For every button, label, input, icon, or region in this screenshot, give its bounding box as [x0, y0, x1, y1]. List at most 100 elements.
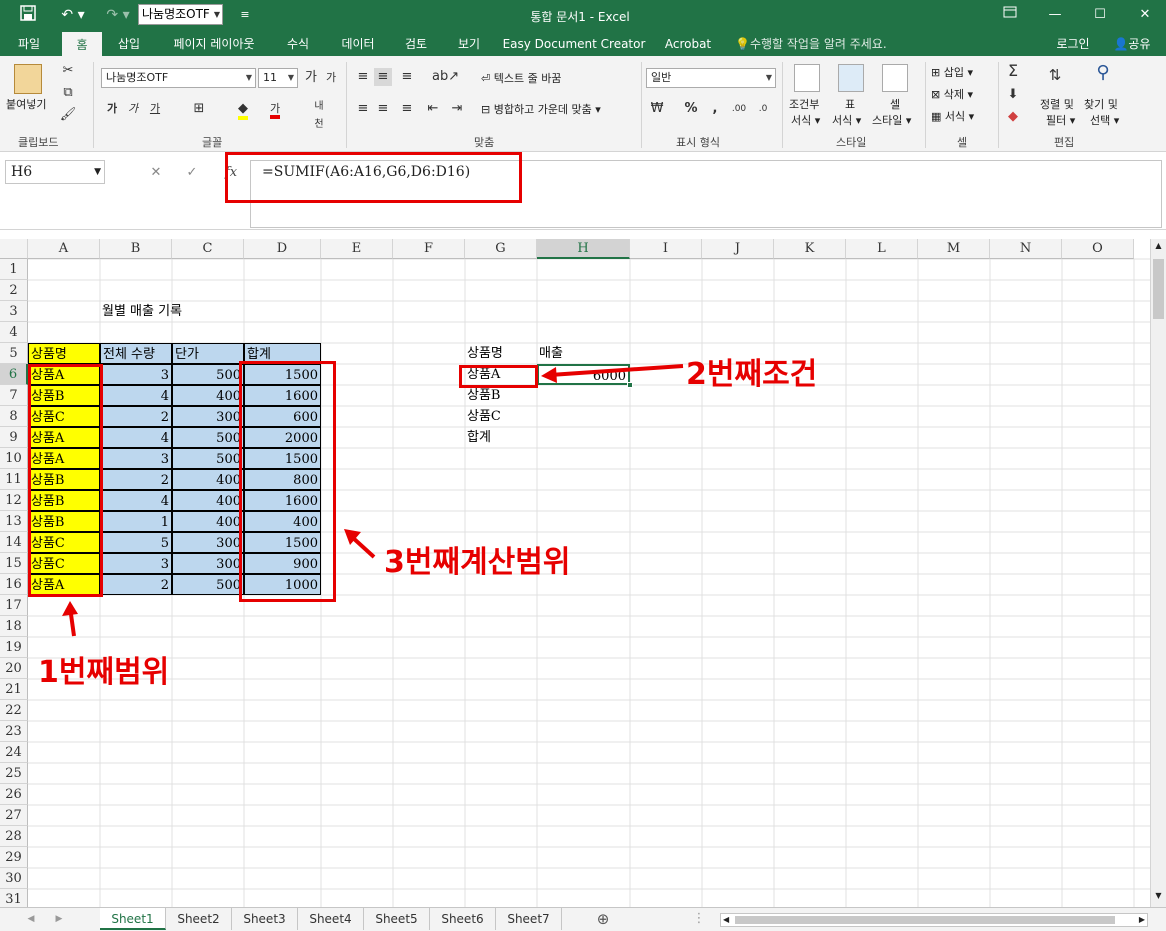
- row-header-22[interactable]: 22: [0, 700, 28, 721]
- delete-cells-button[interactable]: ⊠ 삭제 ▾: [931, 86, 973, 102]
- row-header-2[interactable]: 2: [0, 280, 28, 301]
- table-cell[interactable]: 500: [172, 448, 244, 469]
- summary-label-cell[interactable]: 상품C: [465, 406, 537, 427]
- align-middle-icon[interactable]: ≡: [374, 68, 392, 86]
- clear-icon[interactable]: ◆: [1004, 108, 1022, 126]
- decrease-indent-icon[interactable]: ⇤: [424, 100, 442, 118]
- column-header-o[interactable]: O: [1062, 239, 1134, 259]
- border-icon[interactable]: ⊞: [190, 100, 208, 118]
- table-cell[interactable]: 4: [100, 385, 172, 406]
- table-cell[interactable]: 상품C: [28, 532, 100, 553]
- row-header-21[interactable]: 21: [0, 679, 28, 700]
- align-center-icon[interactable]: ≡: [374, 100, 392, 118]
- tell-me-box[interactable]: 💡수행할 작업을 알려 주세요.: [735, 32, 910, 56]
- column-header-n[interactable]: N: [990, 239, 1062, 259]
- close-icon[interactable]: ✕: [1130, 4, 1160, 26]
- table-cell[interactable]: 상품B: [28, 511, 100, 532]
- table-cell[interactable]: 900: [244, 553, 321, 574]
- increase-font-icon[interactable]: 가: [302, 69, 320, 87]
- table-cell[interactable]: 400: [172, 511, 244, 532]
- header-cell[interactable]: 단가: [172, 343, 244, 364]
- table-cell[interactable]: 1500: [244, 448, 321, 469]
- decrease-decimal-icon[interactable]: .0: [754, 100, 772, 118]
- table-cell[interactable]: 1500: [244, 364, 321, 385]
- row-header-25[interactable]: 25: [0, 763, 28, 784]
- table-cell[interactable]: 3: [100, 364, 172, 385]
- row-header-1[interactable]: 1: [0, 259, 28, 280]
- column-header-l[interactable]: L: [846, 239, 918, 259]
- column-header-i[interactable]: I: [630, 239, 702, 259]
- quick-font-combo[interactable]: 나눔명조OTF ▼: [138, 4, 223, 25]
- table-cell[interactable]: 300: [172, 553, 244, 574]
- row-header-5[interactable]: 5: [0, 343, 28, 364]
- select-all-corner[interactable]: [0, 239, 28, 259]
- paste-button[interactable]: 붙여넣기: [6, 96, 46, 112]
- sort-filter-icon[interactable]: ⇅: [1046, 66, 1064, 84]
- row-header-27[interactable]: 27: [0, 805, 28, 826]
- format-as-table-button[interactable]: 표: [845, 96, 855, 112]
- undo-icon[interactable]: ↶ ▾: [58, 5, 88, 25]
- table-cell[interactable]: 상품C: [28, 406, 100, 427]
- table-cell[interactable]: 3: [100, 448, 172, 469]
- summary-label-cell[interactable]: 상품A: [465, 364, 537, 385]
- tab-split-icon[interactable]: ⋮: [690, 910, 708, 928]
- cell-styles-icon[interactable]: [882, 64, 908, 92]
- row-header-23[interactable]: 23: [0, 721, 28, 742]
- tab-acrobat[interactable]: Acrobat: [656, 32, 720, 56]
- row-header-12[interactable]: 12: [0, 490, 28, 511]
- align-right-icon[interactable]: ≡: [398, 100, 416, 118]
- table-cell[interactable]: 1600: [244, 385, 321, 406]
- table-cell[interactable]: 상품A: [28, 427, 100, 448]
- copy-icon[interactable]: ⧉: [59, 84, 77, 102]
- table-cell[interactable]: 상품B: [28, 490, 100, 511]
- row-header-30[interactable]: 30: [0, 868, 28, 889]
- table-cell[interactable]: 2: [100, 469, 172, 490]
- row-header-13[interactable]: 13: [0, 511, 28, 532]
- column-header-c[interactable]: C: [172, 239, 244, 259]
- row-header-29[interactable]: 29: [0, 847, 28, 868]
- table-cell[interactable]: 1500: [244, 532, 321, 553]
- scroll-left-icon[interactable]: ◀: [723, 914, 729, 926]
- share-button[interactable]: 👤공유: [1102, 32, 1162, 56]
- table-cell[interactable]: 300: [172, 406, 244, 427]
- table-cell[interactable]: 500: [172, 574, 244, 595]
- scroll-up-icon[interactable]: ▲: [1153, 241, 1164, 255]
- fill-handle[interactable]: [627, 382, 633, 388]
- login-link[interactable]: 로그인: [1048, 32, 1098, 56]
- table-cell[interactable]: 3: [100, 553, 172, 574]
- row-header-11[interactable]: 11: [0, 469, 28, 490]
- table-cell[interactable]: 상품A: [28, 574, 100, 595]
- row-header-26[interactable]: 26: [0, 784, 28, 805]
- row-header-14[interactable]: 14: [0, 532, 28, 553]
- sheet-tab-sheet3[interactable]: Sheet3: [232, 908, 298, 930]
- enter-icon[interactable]: ✓: [183, 164, 201, 182]
- number-format-combo[interactable]: 일반 ▼: [646, 68, 776, 88]
- row-header-6[interactable]: 6: [0, 364, 28, 385]
- orientation-icon[interactable]: ab↗: [432, 68, 459, 86]
- name-box[interactable]: H6 ▼: [5, 160, 105, 184]
- table-cell[interactable]: 4: [100, 490, 172, 511]
- vertical-scroll-thumb[interactable]: [1153, 259, 1164, 319]
- row-header-28[interactable]: 28: [0, 826, 28, 847]
- conditional-format-icon[interactable]: [794, 64, 820, 92]
- format-as-table-icon[interactable]: [838, 64, 864, 92]
- row-header-7[interactable]: 7: [0, 385, 28, 406]
- table-cell[interactable]: 2000: [244, 427, 321, 448]
- row-header-24[interactable]: 24: [0, 742, 28, 763]
- table-cell[interactable]: 5: [100, 532, 172, 553]
- active-cell-h6[interactable]: 6000: [537, 364, 630, 385]
- table-cell[interactable]: 상품B: [28, 469, 100, 490]
- table-cell[interactable]: 2: [100, 574, 172, 595]
- column-header-e[interactable]: E: [321, 239, 393, 259]
- worksheet-grid[interactable]: ABCDEFGHIJKLMNO 1 2 3 4 5 6 7 8 9 10 11 12 13 14 15 16 1…: [0, 239, 1150, 907]
- maximize-icon[interactable]: ☐: [1085, 4, 1115, 26]
- row-header-15[interactable]: 15: [0, 553, 28, 574]
- tab-view[interactable]: 보기: [448, 32, 490, 56]
- percent-icon[interactable]: %: [682, 100, 700, 118]
- row-header-17[interactable]: 17: [0, 595, 28, 616]
- table-cell[interactable]: 상품A: [28, 364, 100, 385]
- table-cell[interactable]: 800: [244, 469, 321, 490]
- sheet-tab-sheet4[interactable]: Sheet4: [298, 908, 364, 930]
- align-left-icon[interactable]: ≡: [354, 100, 372, 118]
- insert-cells-button[interactable]: ⊞ 삽입 ▾: [931, 64, 973, 80]
